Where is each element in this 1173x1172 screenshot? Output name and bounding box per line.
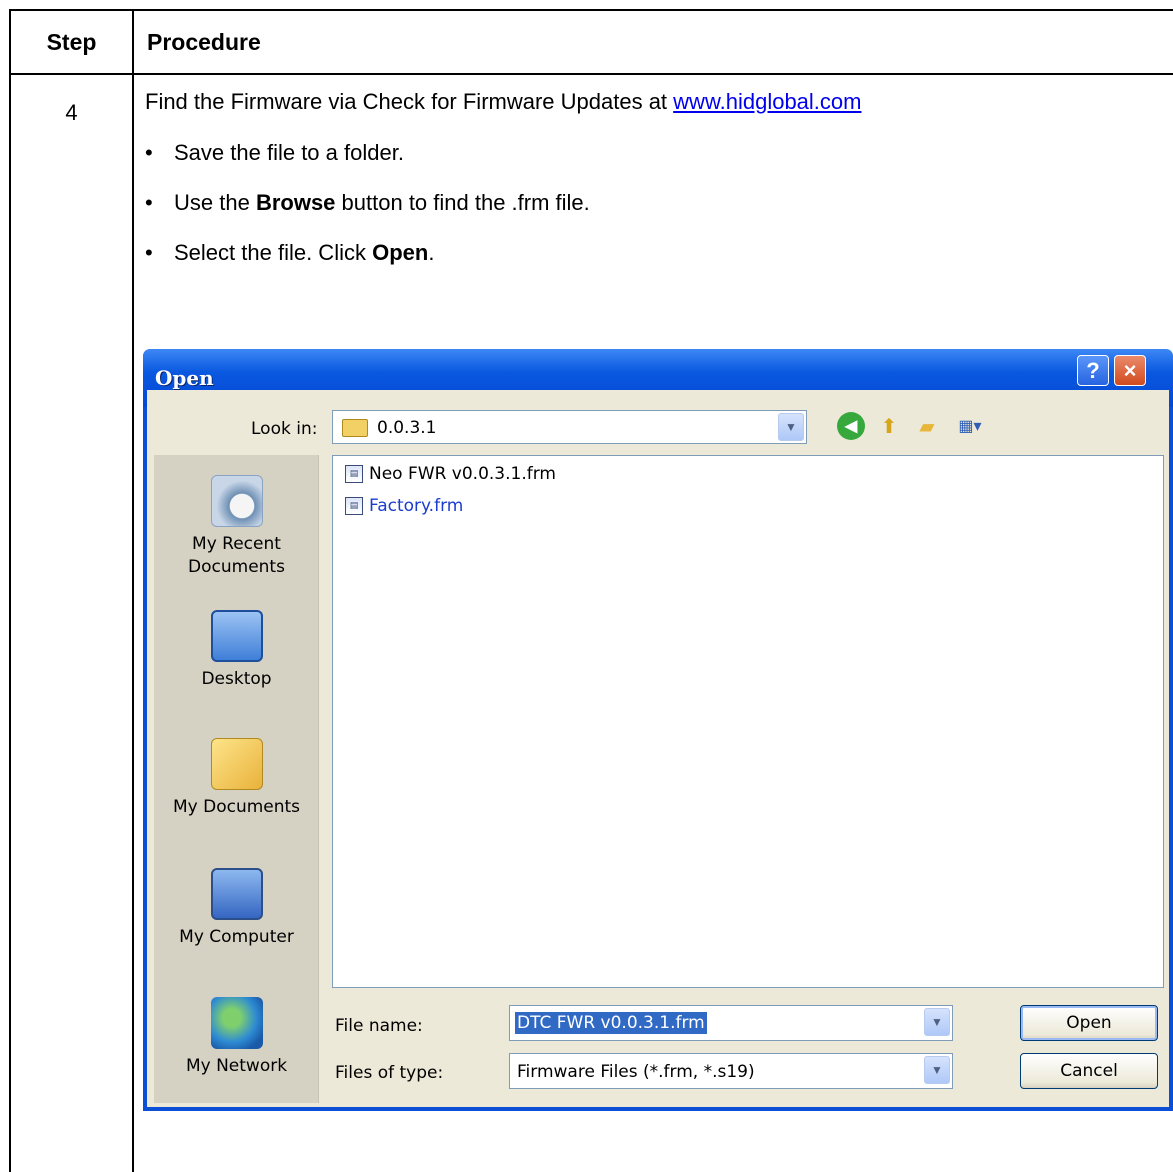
- header-step: Step: [46, 28, 97, 55]
- close-button[interactable]: ×: [1114, 355, 1146, 386]
- file-item[interactable]: ▤ Factory.frm: [345, 494, 463, 518]
- hidglobal-link[interactable]: www.hidglobal.com: [673, 89, 861, 114]
- file-name: Neo FWR v0.0.3.1.frm: [369, 464, 556, 484]
- views-icon[interactable]: ▦▾: [951, 412, 989, 440]
- file-name-value: DTC FWR v0.0.3.1.frm: [515, 1012, 707, 1034]
- dialog-client-area: Look in: 0.0.3.1 ▼ ◀ ⬆ ▰ ▦▾ My Recent Do…: [147, 390, 1169, 1107]
- place-my-recent-documents[interactable]: My Recent Documents: [154, 475, 319, 579]
- place-label-line: My Computer: [179, 927, 294, 947]
- place-label-line: My Recent: [192, 534, 281, 554]
- file-list[interactable]: ▤ Neo FWR v0.0.3.1.frm ▤ Factory.frm: [332, 455, 1164, 988]
- bullet-text-end: button to find the .frm file.: [335, 190, 590, 215]
- bullet-item: • Select the file. Click Open.: [142, 240, 590, 290]
- my-network-icon: [210, 997, 263, 1049]
- place-my-documents[interactable]: My Documents: [154, 738, 319, 819]
- my-computer-icon: [210, 868, 263, 920]
- column-divider: [132, 11, 134, 1172]
- chevron-down-icon[interactable]: ▼: [778, 413, 804, 441]
- help-button[interactable]: ?: [1077, 355, 1109, 386]
- bullet-bold: Browse: [255, 190, 336, 215]
- file-item[interactable]: ▤ Neo FWR v0.0.3.1.frm: [345, 462, 556, 486]
- intro-text: Find the Firmware via Check for Firmware…: [145, 89, 861, 115]
- bullet-item: • Save the file to a folder.: [142, 140, 590, 190]
- place-desktop[interactable]: Desktop: [154, 610, 319, 691]
- folder-icon: [342, 419, 368, 437]
- row-divider: [11, 73, 1173, 75]
- desktop-icon: [210, 610, 263, 662]
- look-in-label: Look in:: [251, 419, 318, 439]
- back-icon[interactable]: ◀: [837, 412, 865, 440]
- chevron-down-icon[interactable]: ▼: [924, 1008, 950, 1036]
- places-bar: My Recent Documents Desktop My Documents…: [154, 455, 319, 1103]
- place-label-line: Desktop: [201, 669, 272, 689]
- bullet-text: Save the file to a folder.: [174, 140, 404, 165]
- file-type-select[interactable]: Firmware Files (*.frm, *.s19) ▼: [509, 1053, 953, 1089]
- file-name-input[interactable]: DTC FWR v0.0.3.1.frm ▼: [509, 1005, 953, 1041]
- bullet-dot: •: [145, 190, 153, 215]
- header-procedure: Procedure: [147, 28, 261, 55]
- bullet-dot: •: [145, 240, 153, 265]
- file-icon: ▤: [345, 497, 363, 515]
- place-label-line: My Documents: [172, 797, 301, 817]
- cancel-button[interactable]: Cancel: [1020, 1053, 1158, 1089]
- up-folder-icon[interactable]: ⬆: [875, 412, 903, 440]
- look-in-dropdown[interactable]: 0.0.3.1 ▼: [332, 410, 807, 444]
- bullet-text-end: .: [428, 240, 435, 265]
- place-my-computer[interactable]: My Computer: [154, 868, 319, 949]
- my-documents-icon: [210, 738, 263, 790]
- place-my-network[interactable]: My Network: [154, 997, 319, 1078]
- place-label-line: Documents: [188, 557, 285, 577]
- bullet-item: • Use the Browse button to find the .frm …: [142, 190, 590, 240]
- recent-documents-icon: [210, 475, 263, 527]
- file-type-label: Files of type:: [335, 1063, 444, 1083]
- place-label-line: My Network: [185, 1056, 288, 1076]
- new-folder-icon[interactable]: ▰: [913, 412, 941, 440]
- file-type-value: Firmware Files (*.frm, *.s19): [517, 1062, 755, 1082]
- bullet-list: • Save the file to a folder. • Use the Bro…: [142, 140, 590, 290]
- bullet-dot: •: [145, 140, 153, 165]
- intro-prefix: Find the Firmware via Check for Firmware…: [145, 89, 674, 114]
- step-number: 4: [65, 100, 78, 125]
- open-button[interactable]: Open: [1020, 1005, 1158, 1041]
- look-in-value: 0.0.3.1: [377, 418, 437, 438]
- dialog-toolbar: ◀ ⬆ ▰ ▦▾: [837, 412, 989, 440]
- chevron-down-icon[interactable]: ▼: [924, 1056, 950, 1084]
- file-name: Factory.frm: [369, 496, 464, 516]
- dialog-title: Open: [155, 366, 214, 390]
- file-icon: ▤: [345, 465, 363, 483]
- bullet-text: Use the: [174, 190, 256, 215]
- bullet-bold: Open: [372, 240, 429, 265]
- bullet-text: Select the file. Click: [174, 240, 373, 265]
- file-name-label: File name:: [335, 1016, 423, 1036]
- open-dialog: Open ? × Look in: 0.0.3.1 ▼ ◀ ⬆ ▰ ▦▾ My …: [143, 349, 1173, 1111]
